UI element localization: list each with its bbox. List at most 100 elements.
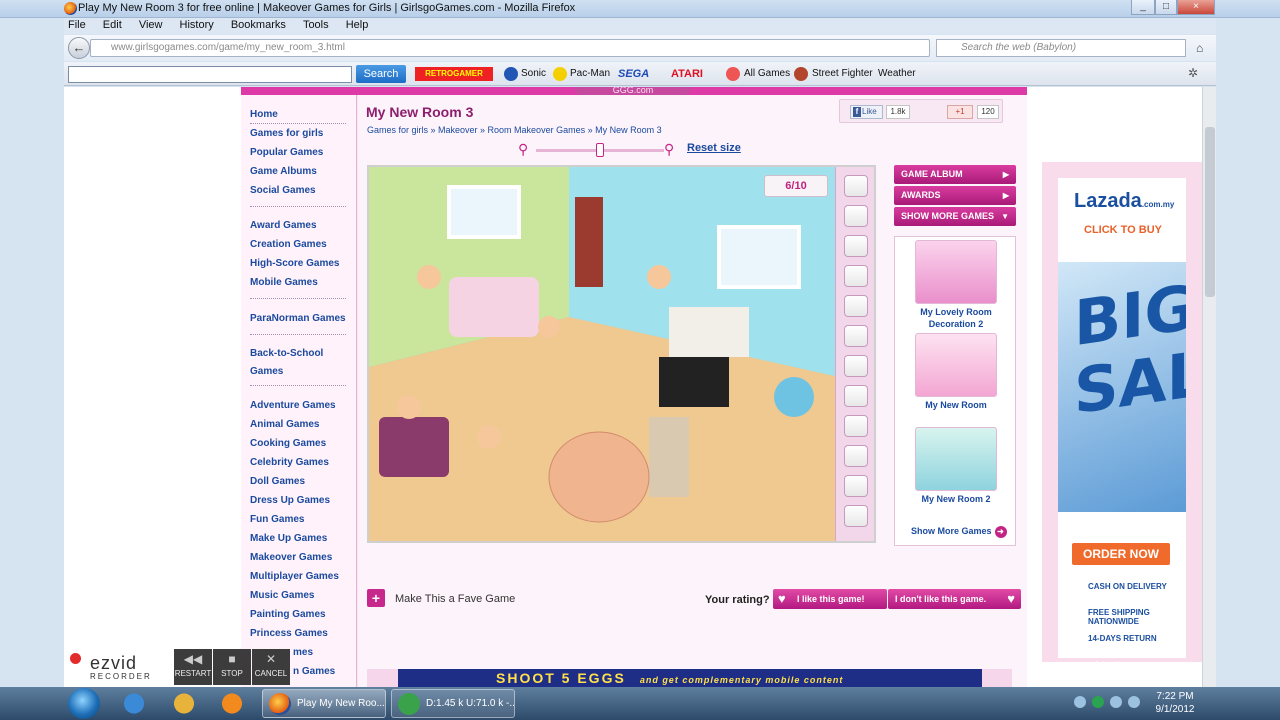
game-thumbnail[interactable] [915, 427, 997, 491]
zoom-in-icon[interactable]: ⚲ [664, 141, 674, 158]
atari-logo[interactable]: ATARI [671, 68, 703, 80]
menu-view[interactable]: View [135, 18, 163, 33]
sidebar-item-mobile[interactable]: Mobile Games [250, 277, 318, 288]
minimize-button[interactable]: _ [1131, 0, 1155, 15]
sidebar-item-partial-1[interactable]: mes [293, 647, 313, 658]
game-album-tab[interactable]: GAME ALBUM ▶ [894, 165, 1016, 184]
plus-icon[interactable]: + [367, 589, 385, 607]
lazada-ad[interactable]: Lazada.com.my CLICK TO BUY BIG SALE ORDE… [1058, 178, 1186, 658]
sidebar-item-fun[interactable]: Fun Games [250, 514, 304, 525]
ad-logo[interactable]: Lazada.com.my [1074, 190, 1174, 213]
game-card-title[interactable]: My New Room 2 [907, 493, 1005, 505]
tray-icon[interactable] [1074, 696, 1086, 708]
ad-cta[interactable]: CLICK TO BUY [1084, 224, 1162, 236]
taskbar-app-firefox[interactable]: Play My New Roo... [262, 689, 386, 718]
start-button[interactable] [68, 688, 100, 719]
network-icon[interactable] [1110, 696, 1122, 708]
volume-icon[interactable] [1128, 696, 1140, 708]
chrome-icon[interactable] [164, 689, 204, 718]
game-thumbnail[interactable] [915, 240, 997, 304]
sidebar-item-home[interactable]: Home [250, 109, 278, 120]
taskbar-app-utorrent[interactable]: D:1.45 k U:71.0 k -... [391, 689, 515, 718]
sidebar-item-multiplayer[interactable]: Multiplayer Games [250, 571, 339, 582]
tool-icon-7[interactable] [844, 355, 868, 377]
tool-icon-3[interactable] [844, 235, 868, 257]
toolbar-link-street-fighter[interactable]: Street Fighter [812, 68, 873, 79]
sidebar-item-games-for-girls[interactable]: Games for girls [250, 128, 323, 139]
tool-icon-6[interactable] [844, 325, 868, 347]
tool-icon-2[interactable] [844, 205, 868, 227]
show-more-games-tab[interactable]: SHOW MORE GAMES ▼ [894, 207, 1016, 226]
sidebar-item-popular[interactable]: Popular Games [250, 147, 323, 158]
sidebar-item-back-to-school[interactable]: Back-to-School [250, 348, 323, 359]
sidebar-item-music[interactable]: Music Games [250, 590, 314, 601]
restart-button[interactable]: ◀◀ RESTART [174, 649, 212, 685]
ggg-tab[interactable]: GGG.com [575, 87, 691, 95]
home-icon[interactable]: ⌂ [1196, 41, 1203, 55]
url-field[interactable]: www.girlsgogames.com/game/my_new_room_3.… [90, 39, 930, 57]
menu-edit[interactable]: Edit [99, 18, 122, 33]
google-plus-button[interactable]: +1 [947, 105, 973, 119]
clock[interactable]: 7:22 PM 9/1/2012 [1150, 690, 1200, 716]
tool-icon-10[interactable] [844, 445, 868, 467]
cancel-button[interactable]: ✕ CANCEL [252, 649, 290, 685]
menu-history[interactable]: History [176, 18, 214, 33]
tool-icon-12[interactable] [844, 505, 868, 527]
zoom-slider-handle[interactable] [596, 143, 604, 157]
ie-icon[interactable] [114, 689, 154, 718]
tool-icon-1[interactable] [844, 175, 868, 197]
sidebar-item-doll[interactable]: Doll Games [250, 476, 305, 487]
sidebar-item-adventure[interactable]: Adventure Games [250, 400, 336, 411]
sidebar-item-paranorman[interactable]: ParaNorman Games [250, 313, 346, 324]
game-card[interactable]: My New Room [915, 333, 997, 421]
tool-icon-8[interactable] [844, 385, 868, 407]
sidebar-item-back-to-school-2[interactable]: Games [250, 366, 283, 377]
dislike-game-button[interactable]: I don't like this game. ♥ [888, 589, 1021, 609]
make-fave-link[interactable]: Make This a Fave Game [395, 593, 515, 605]
scrollbar-thumb[interactable] [1205, 127, 1215, 297]
sidebar-item-dress-up[interactable]: Dress Up Games [250, 495, 330, 506]
ad-banner[interactable]: SHOOT 5 EGGS and get complementary mobile… [367, 669, 1012, 687]
close-button[interactable]: × [1177, 0, 1215, 15]
scrollbar[interactable] [1202, 87, 1216, 687]
tool-icon-4[interactable] [844, 265, 868, 287]
media-player-icon[interactable] [212, 689, 252, 718]
order-now-button[interactable]: ORDER NOW [1072, 543, 1170, 565]
toolbar-link-weather[interactable]: Weather [878, 68, 916, 79]
room-scene[interactable] [369, 167, 839, 541]
tool-icon-9[interactable] [844, 415, 868, 437]
game-card[interactable]: My Lovely Room Decoration 2 [915, 240, 997, 329]
sidebar-item-partial-2[interactable]: n Games [293, 666, 335, 677]
sega-logo[interactable]: SEGA [618, 68, 649, 80]
show-more-games-link[interactable]: Show More Games ➜ [911, 526, 1007, 538]
tray-icon[interactable] [1092, 696, 1104, 708]
game-card-title[interactable]: My New Room [907, 399, 1005, 411]
tool-icon-11[interactable] [844, 475, 868, 497]
sidebar-item-make-up[interactable]: Make Up Games [250, 533, 327, 544]
sidebar-item-celebrity[interactable]: Celebrity Games [250, 457, 329, 468]
sidebar-item-high-score[interactable]: High-Score Games [250, 258, 339, 269]
game-card-title[interactable]: My Lovely Room Decoration 2 [907, 306, 1005, 330]
breadcrumb[interactable]: Games for girls » Makeover » Room Makeov… [367, 125, 662, 135]
sidebar-item-animal[interactable]: Animal Games [250, 419, 319, 430]
sidebar-item-princess[interactable]: Princess Games [250, 628, 328, 639]
sidebar-item-makeover[interactable]: Makeover Games [250, 552, 332, 563]
sidebar-item-creation[interactable]: Creation Games [250, 239, 327, 250]
retrogamer-logo[interactable]: RETROGAMER [415, 67, 493, 81]
game-canvas[interactable]: 6/10 [367, 165, 876, 543]
toolbar-link-all-games[interactable]: All Games [744, 68, 790, 79]
web-search-field[interactable]: Search the web (Babylon) [936, 39, 1186, 57]
menu-file[interactable]: File [64, 18, 86, 33]
game-card[interactable]: My New Room 2 [915, 427, 997, 515]
menu-tools[interactable]: Tools [299, 18, 329, 33]
game-thumbnail[interactable] [915, 333, 997, 397]
banner-content[interactable]: SHOOT 5 EGGS and get complementary mobile… [398, 669, 982, 687]
sidebar-item-albums[interactable]: Game Albums [250, 166, 317, 177]
back-button[interactable]: ← [68, 37, 90, 59]
sidebar-item-award[interactable]: Award Games [250, 220, 317, 231]
tool-icon-5[interactable] [844, 295, 868, 317]
sidebar-item-painting[interactable]: Painting Games [250, 609, 326, 620]
toolbar-search-input[interactable] [68, 66, 352, 83]
sidebar-item-cooking[interactable]: Cooking Games [250, 438, 326, 449]
menu-bookmarks[interactable]: Bookmarks [227, 18, 286, 33]
